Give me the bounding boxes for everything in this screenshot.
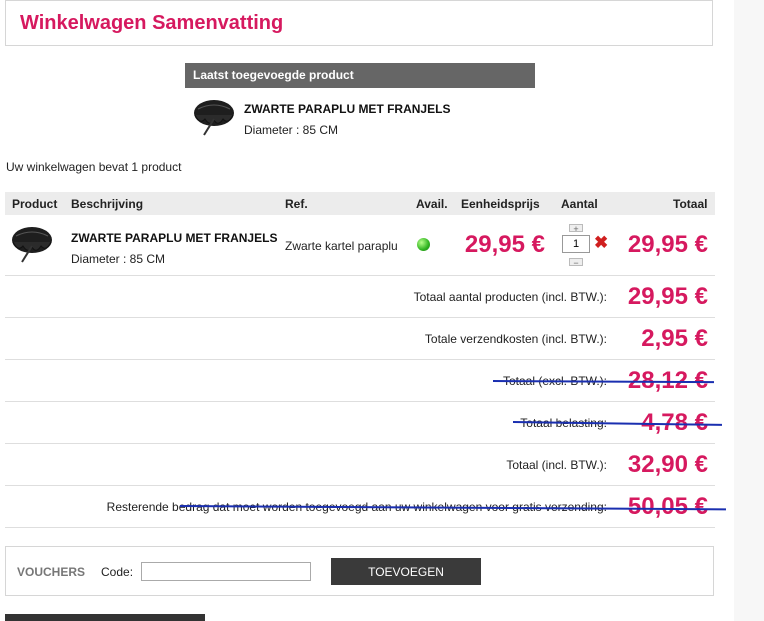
row-divider [5, 359, 715, 360]
product-ref: Zwarte kartel paraplu [285, 239, 398, 253]
summary-value-incl-tax: 32,90 € [627, 451, 708, 478]
row-divider [5, 401, 715, 402]
cart-table-header: Product Beschrijving Ref. Avail. Eenheid… [5, 192, 715, 215]
bottom-button-partial[interactable] [5, 614, 205, 621]
row-divider [5, 443, 715, 444]
col-qty: Aantal [561, 197, 598, 211]
row-divider [5, 485, 715, 486]
cart-count-text: Uw winkelwagen bevat 1 product [6, 160, 182, 174]
add-voucher-button[interactable]: TOEVOEGEN [331, 558, 481, 585]
last-added-product-name[interactable]: ZWARTE PARAPLU MET FRANJELS [244, 102, 450, 116]
voucher-code-label: Code: [101, 565, 134, 579]
col-total: Totaal [673, 197, 708, 211]
vouchers-label: VOUCHERS [17, 565, 86, 579]
col-avail: Avail. [416, 197, 448, 211]
unit-price: 29,95 € [464, 231, 545, 258]
col-product: Product [12, 197, 58, 211]
last-added-header: Laatst toegevoegde product [185, 63, 535, 88]
qty-increase-button[interactable]: + [569, 224, 583, 234]
umbrella-thumbnail-icon[interactable] [192, 95, 236, 139]
qty-input[interactable] [562, 235, 590, 253]
summary-label-shipping: Totale verzendkosten (incl. BTW.): [424, 332, 607, 346]
page-title-box: Winkelwagen Samenvatting [5, 0, 713, 46]
row-total-price: 29,95 € [627, 231, 708, 258]
col-description: Beschrijving [71, 197, 144, 211]
product-name-link[interactable]: ZWARTE PARAPLU MET FRANJELS [71, 231, 277, 245]
remove-item-icon[interactable]: ✖ [594, 234, 608, 252]
summary-label-products: Totaal aantal producten (incl. BTW.): [413, 290, 607, 304]
col-ref: Ref. [285, 197, 308, 211]
col-unit-price: Eenheidsprijs [461, 197, 540, 211]
row-divider [5, 527, 715, 528]
product-attr: Diameter : 85 CM [71, 252, 166, 266]
last-added-product-attr: Diameter : 85 CM [244, 123, 339, 137]
summary-value-products: 29,95 € [627, 283, 708, 310]
product-umbrella-thumbnail-icon[interactable] [10, 222, 54, 266]
page-title: Winkelwagen Samenvatting [20, 12, 284, 34]
row-divider [5, 275, 715, 276]
row-divider [5, 317, 715, 318]
page-scroll-gutter [734, 0, 764, 621]
availability-green-dot-icon [417, 238, 430, 251]
summary-value-shipping: 2,95 € [641, 325, 708, 352]
summary-label-incl-tax: Totaal (incl. BTW.): [506, 458, 607, 472]
qty-decrease-button[interactable]: − [569, 258, 583, 268]
voucher-code-input[interactable] [141, 562, 311, 581]
